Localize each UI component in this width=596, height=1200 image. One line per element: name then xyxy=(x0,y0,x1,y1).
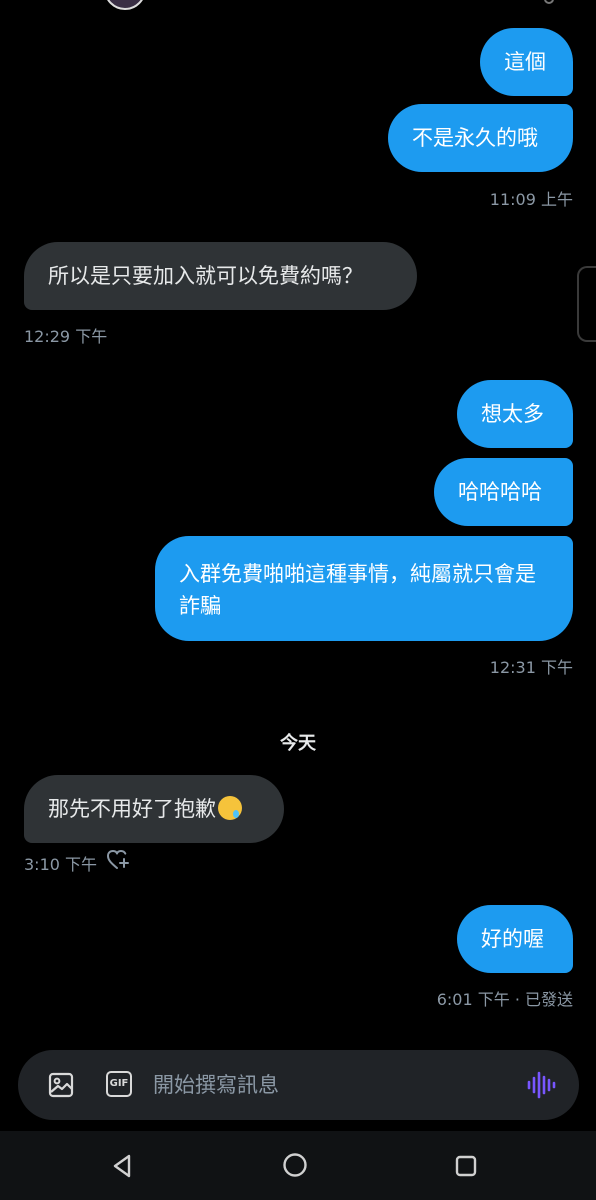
heart-plus-icon[interactable] xyxy=(106,849,130,871)
message-text: 入群免費啪啪這種事情，純屬就只會是詐騙 xyxy=(179,562,536,618)
recent-apps-icon[interactable] xyxy=(452,1152,480,1180)
message-composer: GIF xyxy=(18,1050,579,1120)
system-navigation-bar xyxy=(0,1131,596,1200)
message-timestamp: 11:09 上午 xyxy=(489,190,573,209)
message-text: 所以是只要加入就可以免費約嗎？ xyxy=(48,264,363,288)
message-bubble-sent[interactable]: 不是永久的哦 xyxy=(388,104,573,172)
message-bubble-sent[interactable]: 哈哈哈哈 xyxy=(434,458,573,526)
message-timestamp: 3:10 下午 xyxy=(24,855,98,874)
image-icon[interactable] xyxy=(48,1072,74,1098)
message-bubble-received[interactable]: 那先不用好了抱歉 xyxy=(24,775,284,843)
message-bubble-sent[interactable]: 這個 xyxy=(480,28,573,96)
message-timestamp: 12:29 下午 xyxy=(24,327,108,346)
message-bubble-sent[interactable]: 好的喔 xyxy=(457,905,573,973)
back-icon[interactable] xyxy=(108,1151,138,1181)
message-bubble-received[interactable]: 所以是只要加入就可以免費約嗎？ xyxy=(24,242,417,310)
message-text: 想太多 xyxy=(481,402,544,426)
message-text: 好的喔 xyxy=(481,927,544,951)
message-status: 6:01 下午 · 已發送 xyxy=(436,990,573,1009)
avatar[interactable] xyxy=(104,0,146,10)
message-text: 不是永久的哦 xyxy=(412,126,538,150)
info-icon[interactable] xyxy=(544,0,554,4)
message-text: 那先不用好了抱歉 xyxy=(48,797,216,821)
message-bubble-sent[interactable]: 入群免費啪啪這種事情，純屬就只會是詐騙 xyxy=(155,536,573,641)
home-icon[interactable] xyxy=(281,1151,309,1179)
edge-panel-handle[interactable] xyxy=(577,266,596,342)
message-bubble-sent[interactable]: 想太多 xyxy=(457,380,573,448)
message-input[interactable] xyxy=(153,1068,513,1102)
gif-icon[interactable]: GIF xyxy=(106,1071,132,1097)
smiling-face-with-tear-icon xyxy=(218,796,242,820)
day-divider: 今天 xyxy=(280,733,316,754)
message-text: 這個 xyxy=(504,50,546,74)
voice-wave-icon[interactable] xyxy=(526,1070,556,1100)
message-timestamp: 12:31 下午 xyxy=(489,658,573,677)
message-text: 哈哈哈哈 xyxy=(458,480,542,504)
